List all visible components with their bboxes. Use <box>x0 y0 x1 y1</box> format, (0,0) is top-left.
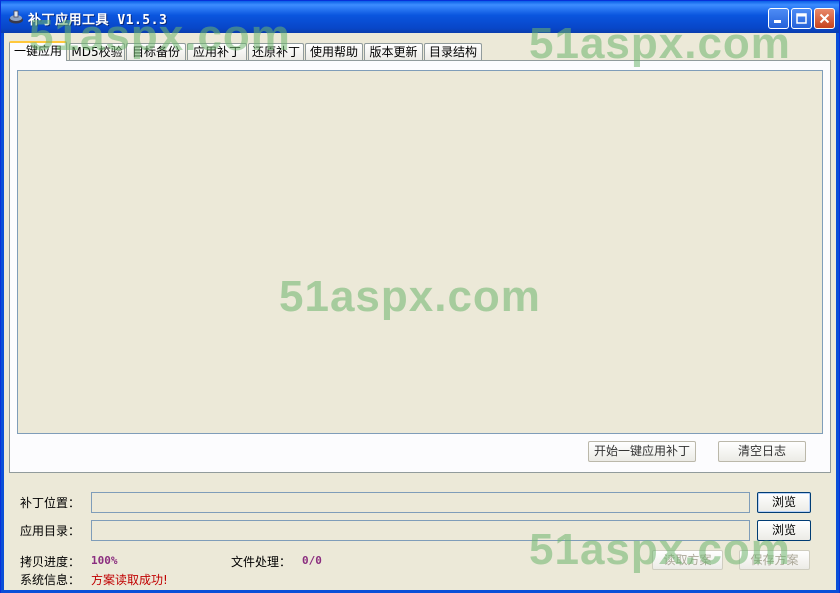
browse-patch-button[interactable]: 浏览 <box>757 492 811 513</box>
tab-md5-check[interactable]: MD5校验 <box>69 43 125 60</box>
minimize-icon <box>774 20 781 23</box>
tab-version-update[interactable]: 版本更新 <box>364 43 423 60</box>
read-plan-button[interactable]: 读取方案 <box>652 550 723 570</box>
tab-apply-patch[interactable]: 应用补丁 <box>187 43 247 60</box>
system-info-value: 方案读取成功! <box>91 573 168 587</box>
tab-restore-patch[interactable]: 还原补丁 <box>248 43 304 60</box>
tab-panel: 开始一键应用补丁 清空日志 <box>9 60 831 473</box>
close-icon <box>819 13 830 24</box>
patch-location-label: 补丁位置： <box>20 496 81 510</box>
system-info-label: 系统信息： <box>20 573 81 587</box>
window-border-left <box>1 33 4 593</box>
tab-target-backup[interactable]: 目标备份 <box>126 43 186 60</box>
tab-directory-structure[interactable]: 目录结构 <box>424 43 482 60</box>
minimize-button[interactable] <box>768 8 789 29</box>
maximize-icon <box>796 13 807 24</box>
save-plan-button[interactable]: 保存方案 <box>739 550 810 570</box>
copy-progress-value: 100% <box>91 554 118 567</box>
title-bar[interactable]: 补丁应用工具 V1.5.3 <box>1 1 839 33</box>
app-icon <box>9 10 23 24</box>
window-title: 补丁应用工具 V1.5.3 <box>28 13 168 28</box>
file-process-label: 文件处理： <box>231 555 292 569</box>
start-one-click-patch-button[interactable]: 开始一键应用补丁 <box>588 441 696 462</box>
app-directory-input[interactable] <box>91 520 750 541</box>
log-textarea[interactable] <box>17 70 823 434</box>
close-button[interactable] <box>814 8 835 29</box>
copy-progress-label: 拷贝进度： <box>20 555 81 569</box>
maximize-button[interactable] <box>791 8 812 29</box>
tab-help[interactable]: 使用帮助 <box>305 43 363 60</box>
browse-app-dir-button[interactable]: 浏览 <box>757 520 811 541</box>
clear-log-button[interactable]: 清空日志 <box>718 441 806 462</box>
window-border-right <box>836 33 839 593</box>
tab-one-click-apply[interactable]: 一键应用 <box>9 41 67 61</box>
app-directory-label: 应用目录： <box>20 524 81 538</box>
patch-location-input[interactable] <box>91 492 750 513</box>
file-process-value: 0/0 <box>302 554 322 567</box>
app-window: 补丁应用工具 V1.5.3 一键应用 MD5校验 目标备份 应用补丁 还原补丁 … <box>0 0 840 593</box>
